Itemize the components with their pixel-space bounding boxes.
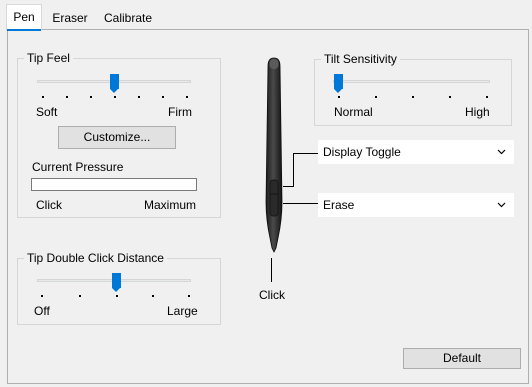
tilt-tick [412, 96, 414, 98]
tab-pen-label: Pen [13, 10, 35, 24]
default-button-label: Default [442, 351, 482, 365]
tip-feel-title: Tip Feel [24, 51, 73, 65]
tip-feel-tick [162, 96, 164, 98]
tab-eraser[interactable]: Eraser [48, 6, 92, 30]
lower-button-dropdown[interactable]: Erase [318, 193, 514, 217]
tip-feel-tick [138, 96, 140, 98]
tab-calibrate[interactable]: Calibrate [98, 6, 158, 30]
upper-button-dropdown[interactable]: Display Toggle [318, 140, 514, 164]
tip-feel-tick [66, 96, 68, 98]
double-click-tick [152, 295, 154, 297]
double-click-distance-title: Tip Double Click Distance [24, 251, 167, 265]
double-click-tick [41, 295, 43, 297]
tilt-max-label: High [465, 105, 490, 119]
tilt-tick [449, 96, 451, 98]
tip-feel-tick [42, 96, 44, 98]
tilt-min-label: Normal [334, 105, 373, 119]
pressure-min-label: Click [36, 198, 62, 212]
tab-eraser-label: Eraser [52, 11, 88, 25]
customize-button[interactable]: Customize... [58, 126, 176, 149]
double-click-slider-thumb[interactable] [112, 273, 121, 292]
tilt-tick [375, 96, 377, 98]
tab-pen[interactable]: Pen [6, 4, 42, 31]
chevron-down-icon [497, 149, 506, 155]
double-click-tick [116, 295, 118, 297]
tab-bar: Pen Eraser Calibrate [0, 0, 532, 31]
tip-feel-tick [114, 96, 116, 98]
upper-button-connector-stub [283, 186, 294, 187]
tilt-tick [338, 96, 340, 98]
tilt-tick [486, 96, 488, 98]
chevron-down-icon [497, 202, 506, 208]
lower-button-value: Erase [323, 198, 355, 212]
tab-calibrate-label: Calibrate [103, 11, 153, 25]
tip-feel-min-label: Soft [36, 105, 58, 119]
default-button[interactable]: Default [403, 348, 521, 369]
current-pressure-meter [31, 178, 197, 191]
tip-feel-max-label: Firm [168, 105, 192, 119]
customize-button-label: Customize... [83, 130, 151, 144]
double-click-tick [79, 295, 81, 297]
double-click-max-label: Large [167, 304, 198, 318]
tilt-sensitivity-title: Tilt Sensitivity [321, 52, 400, 66]
tip-feel-tick [90, 96, 92, 98]
double-click-tick [188, 295, 190, 297]
upper-button-connector [293, 153, 318, 154]
tip-feel-tick [186, 96, 188, 98]
tip-action-label: Click [259, 288, 285, 302]
upper-button-connector-vertical [293, 153, 294, 186]
upper-button-value: Display Toggle [323, 145, 401, 159]
lower-button-connector [283, 203, 318, 204]
tip-connector [271, 258, 272, 282]
pen-illustration [265, 57, 283, 253]
double-click-min-label: Off [34, 304, 50, 318]
pressure-max-label: Maximum [144, 198, 197, 212]
current-pressure-title: Current Pressure [32, 160, 124, 174]
tip-feel-slider-thumb[interactable] [110, 74, 119, 93]
tilt-slider-thumb[interactable] [334, 74, 343, 93]
tilt-slider-track[interactable] [333, 80, 490, 83]
